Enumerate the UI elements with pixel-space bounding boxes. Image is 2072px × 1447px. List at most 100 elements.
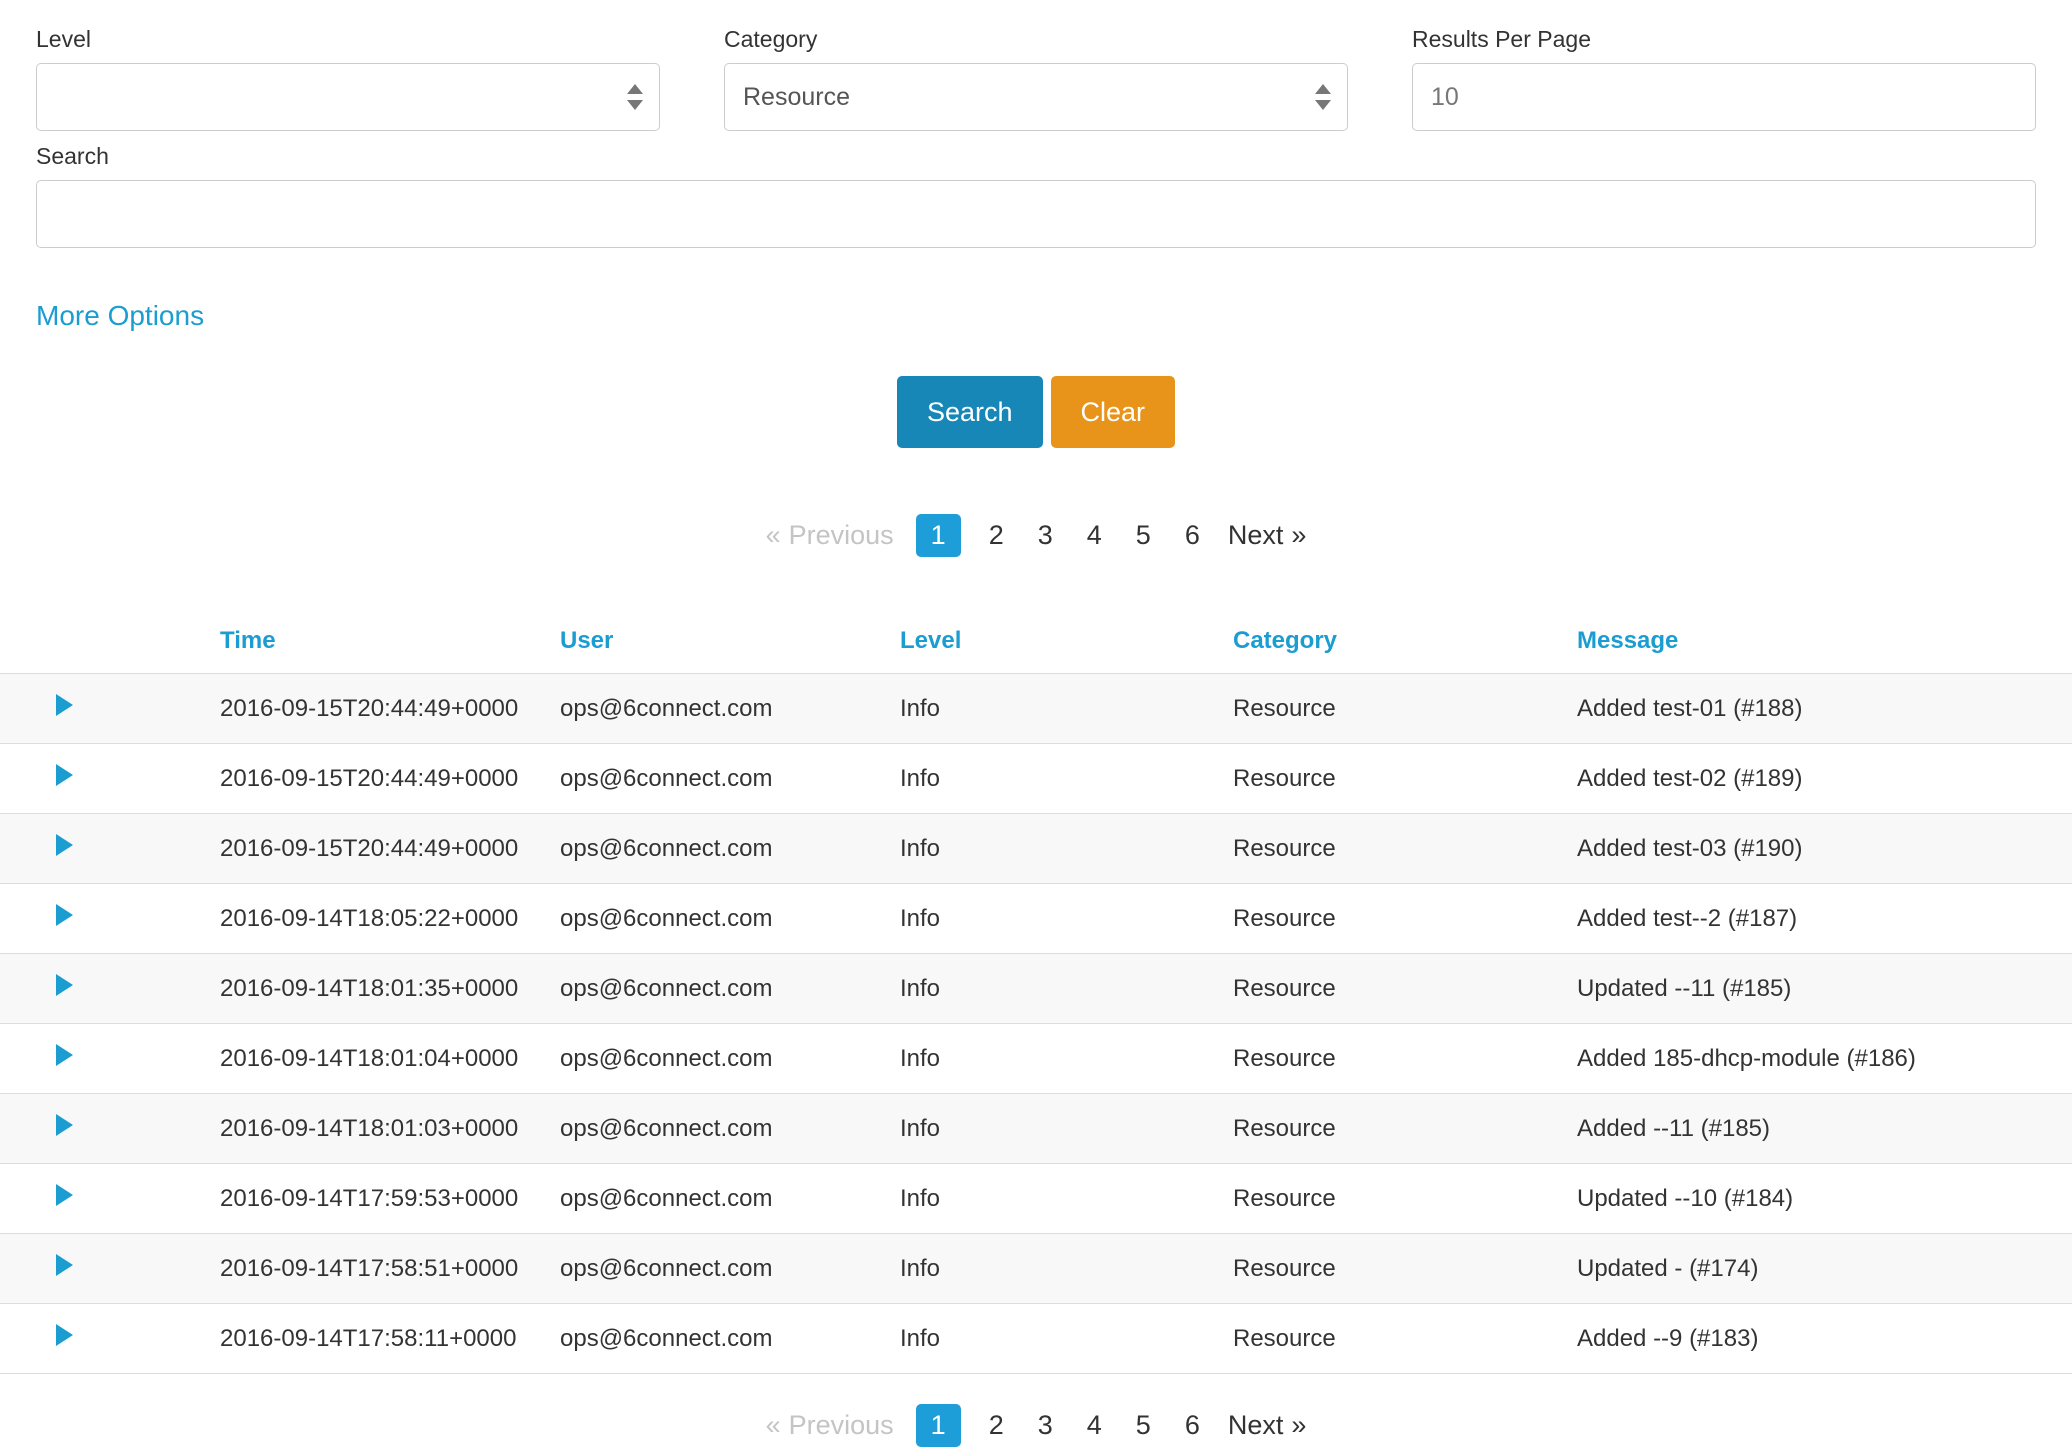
cell-category: Resource [1233,814,1577,884]
category-select-value: Resource [743,83,850,112]
expand-row-icon[interactable] [56,1184,73,1206]
next-arrow-icon: » [1291,520,1306,550]
cell-message: Added --11 (#185) [1577,1094,2072,1164]
cell-message: Updated - (#174) [1577,1234,2072,1304]
category-select[interactable]: Resource [724,63,1348,131]
cell-level: Info [900,1094,1233,1164]
pagination-next[interactable]: Next» [1228,1410,1307,1441]
action-buttons: Search Clear [0,376,2072,448]
expand-row-icon[interactable] [56,834,73,856]
cell-message: Added test-02 (#189) [1577,744,2072,814]
results-per-page-input[interactable] [1412,63,2036,131]
pagination-page-5[interactable]: 5 [1130,1404,1157,1447]
pagination-previous[interactable]: «Previous [766,1410,894,1441]
header-category[interactable]: Category [1233,611,1577,674]
pagination-page-2[interactable]: 2 [983,1404,1010,1447]
header-user[interactable]: User [560,611,900,674]
cell-level: Info [900,884,1233,954]
pagination-page-6[interactable]: 6 [1179,514,1206,557]
pagination-top: «Previous 1 2 3 4 5 6 Next» [0,514,2072,557]
cell-user: ops@6connect.com [560,1234,900,1304]
expand-row-icon[interactable] [56,1254,73,1276]
table-row: 2016-09-15T20:44:49+0000 ops@6connect.co… [0,814,2072,884]
cell-time: 2016-09-15T20:44:49+0000 [220,814,560,884]
cell-level: Info [900,954,1233,1024]
cell-user: ops@6connect.com [560,1164,900,1234]
pagination-page-6[interactable]: 6 [1179,1404,1206,1447]
clear-button[interactable]: Clear [1051,376,1176,448]
pagination-page-1[interactable]: 1 [916,514,961,557]
pagination-page-1[interactable]: 1 [916,1404,961,1447]
search-filter: Search [36,143,2036,248]
cell-user: ops@6connect.com [560,674,900,744]
cell-message: Added 185-dhcp-module (#186) [1577,1024,2072,1094]
cell-level: Info [900,1234,1233,1304]
table-row: 2016-09-14T18:01:03+0000 ops@6connect.co… [0,1094,2072,1164]
category-filter: Category Resource [724,26,1348,131]
level-filter: Level [36,26,660,131]
expand-row-icon[interactable] [56,694,73,716]
pagination-page-3[interactable]: 3 [1032,1404,1059,1447]
header-message[interactable]: Message [1577,611,2072,674]
pagination-page-3[interactable]: 3 [1032,514,1059,557]
table-row: 2016-09-14T18:01:35+0000 ops@6connect.co… [0,954,2072,1024]
log-table: Time User Level Category Message 2016-09… [0,611,2072,1374]
cell-category: Resource [1233,1094,1577,1164]
cell-message: Added test-01 (#188) [1577,674,2072,744]
expand-row-icon[interactable] [56,904,73,926]
pagination-page-4[interactable]: 4 [1081,514,1108,557]
expand-row-icon[interactable] [56,764,73,786]
search-input[interactable] [36,180,2036,248]
expand-row-icon[interactable] [56,1044,73,1066]
table-header-row: Time User Level Category Message [0,611,2072,674]
cell-time: 2016-09-15T20:44:49+0000 [220,674,560,744]
cell-level: Info [900,1304,1233,1374]
pagination-page-2[interactable]: 2 [983,514,1010,557]
cell-category: Resource [1233,954,1577,1024]
pagination-previous[interactable]: «Previous [766,520,894,551]
cell-time: 2016-09-14T18:01:03+0000 [220,1094,560,1164]
table-row: 2016-09-15T20:44:49+0000 ops@6connect.co… [0,744,2072,814]
next-label: Next [1228,520,1284,550]
cell-level: Info [900,1024,1233,1094]
cell-category: Resource [1233,674,1577,744]
table-row: 2016-09-15T20:44:49+0000 ops@6connect.co… [0,674,2072,744]
log-page: Level Category Resource Resul [0,0,2072,1447]
expand-row-icon[interactable] [56,974,73,996]
level-select[interactable] [36,63,660,131]
cell-user: ops@6connect.com [560,814,900,884]
pagination-page-5[interactable]: 5 [1130,514,1157,557]
cell-user: ops@6connect.com [560,1304,900,1374]
cell-message: Added test--2 (#187) [1577,884,2072,954]
pagination-next[interactable]: Next» [1228,520,1307,551]
cell-user: ops@6connect.com [560,954,900,1024]
cell-time: 2016-09-14T18:01:04+0000 [220,1024,560,1094]
search-button[interactable]: Search [897,376,1043,448]
header-time[interactable]: Time [220,611,560,674]
table-row: 2016-09-14T17:58:11+0000 ops@6connect.co… [0,1304,2072,1374]
more-options-link[interactable]: More Options [36,300,204,332]
cell-level: Info [900,674,1233,744]
cell-category: Resource [1233,884,1577,954]
previous-label: Previous [789,520,894,550]
cell-category: Resource [1233,1024,1577,1094]
cell-time: 2016-09-14T17:58:51+0000 [220,1234,560,1304]
cell-category: Resource [1233,1164,1577,1234]
pagination-page-4[interactable]: 4 [1081,1404,1108,1447]
table-row: 2016-09-14T17:59:53+0000 ops@6connect.co… [0,1164,2072,1234]
expand-row-icon[interactable] [56,1324,73,1346]
select-stepper-icon [1315,84,1331,110]
cell-user: ops@6connect.com [560,884,900,954]
cell-time: 2016-09-15T20:44:49+0000 [220,744,560,814]
header-level[interactable]: Level [900,611,1233,674]
cell-time: 2016-09-14T17:58:11+0000 [220,1304,560,1374]
header-expand [0,611,220,674]
filter-row: Level Category Resource Resul [36,26,2036,131]
cell-message: Added test-03 (#190) [1577,814,2072,884]
expand-row-icon[interactable] [56,1114,73,1136]
cell-time: 2016-09-14T18:05:22+0000 [220,884,560,954]
cell-user: ops@6connect.com [560,1094,900,1164]
cell-time: 2016-09-14T18:01:35+0000 [220,954,560,1024]
cell-level: Info [900,1164,1233,1234]
cell-message: Updated --10 (#184) [1577,1164,2072,1234]
